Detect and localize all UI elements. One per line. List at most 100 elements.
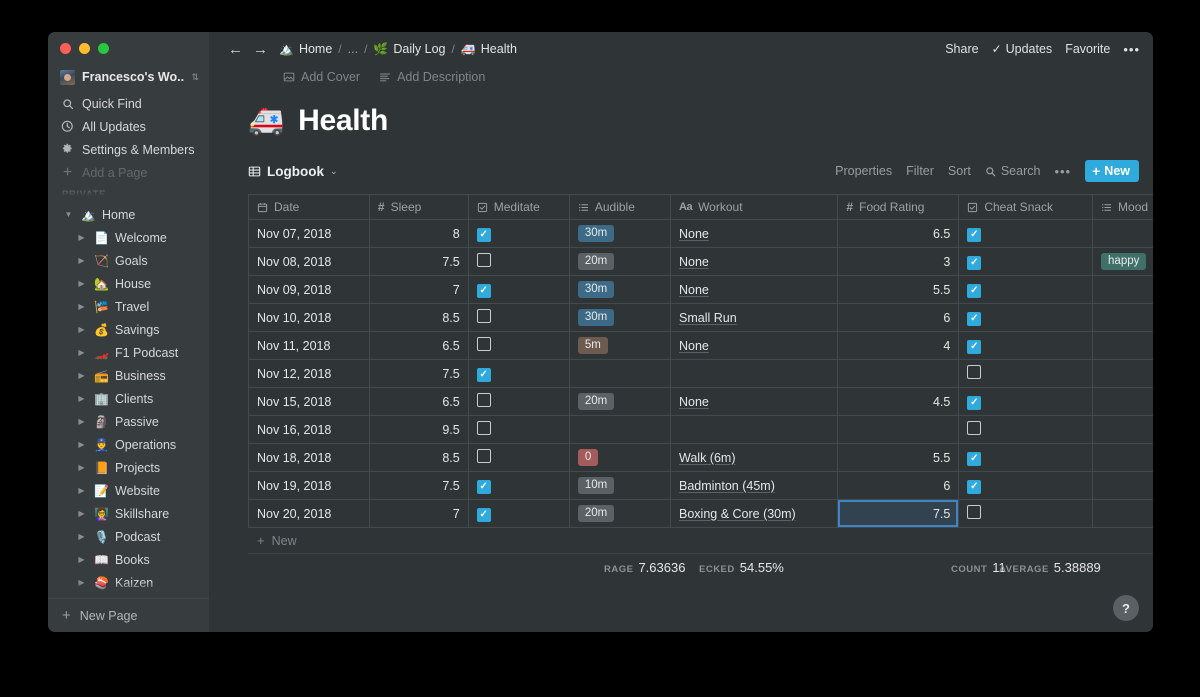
sidebar-page-welcome[interactable]: ▶ 📄 Welcome	[48, 226, 209, 249]
chevron-right-icon[interactable]: ▶	[75, 279, 88, 288]
cell-sleep[interactable]: 7.5	[369, 247, 469, 276]
column-header-cheat-snack[interactable]: Cheat Snack	[958, 194, 1094, 220]
column-header-food-rating[interactable]: # Food Rating	[837, 194, 960, 220]
cheat-snack-checkbox[interactable]: ✓	[967, 311, 982, 326]
cell-cheat-snack[interactable]: ✓	[958, 303, 1094, 332]
sidebar-page-clients[interactable]: ▶ 🏢 Clients	[48, 387, 209, 410]
cell-audible[interactable]	[569, 359, 672, 388]
cell-mood[interactable]	[1092, 359, 1153, 388]
aggregation-count[interactable]: COUNT 11	[951, 560, 1006, 575]
chevron-right-icon[interactable]: ▶	[75, 532, 88, 541]
new-page-button[interactable]: + New Page	[48, 598, 209, 632]
cell-mood[interactable]	[1092, 415, 1153, 444]
chevron-right-icon[interactable]: ▶	[75, 325, 88, 334]
favorite-button[interactable]: Favorite	[1065, 42, 1110, 56]
cheat-snack-checkbox[interactable]	[967, 421, 982, 435]
cell-workout[interactable]: Walk (6m)	[670, 443, 839, 472]
table-row[interactable]: Nov 08, 2018 7.5 20m None 3 ✓ happy	[248, 247, 1153, 276]
cell-mood[interactable]: happy	[1092, 247, 1153, 276]
cell-sleep[interactable]: 7	[369, 499, 469, 528]
cell-sleep[interactable]: 8	[369, 219, 469, 248]
aggregation-ecked[interactable]: ECKED 54.55%	[699, 560, 784, 575]
cell-mood[interactable]	[1092, 471, 1153, 500]
meditate-checkbox[interactable]: ✓	[476, 479, 491, 494]
cell-mood[interactable]	[1092, 219, 1153, 248]
cell-sleep[interactable]: 6.5	[369, 387, 469, 416]
cell-audible[interactable]: 0	[569, 443, 672, 472]
cell-meditate[interactable]	[468, 415, 570, 444]
cell-meditate[interactable]	[468, 443, 570, 472]
cell-cheat-snack[interactable]	[958, 415, 1094, 444]
cell-cheat-snack[interactable]: ✓	[958, 331, 1094, 360]
meditate-checkbox[interactable]: ✓	[476, 227, 491, 242]
sidebar-item-all-updates[interactable]: All Updates	[48, 115, 209, 138]
add-description-button[interactable]: Add Description	[379, 70, 485, 84]
sidebar-page-savings[interactable]: ▶ 💰 Savings	[48, 318, 209, 341]
cell-cheat-snack[interactable]: ✓	[958, 219, 1094, 248]
chevron-right-icon[interactable]: ▶	[75, 555, 88, 564]
sidebar-page-business[interactable]: ▶ 📻 Business	[48, 364, 209, 387]
chevron-right-icon[interactable]: ▶	[75, 578, 88, 587]
cheat-snack-checkbox[interactable]: ✓	[967, 255, 982, 270]
cell-cheat-snack[interactable]: ✓	[958, 247, 1094, 276]
chevron-right-icon[interactable]: ▶	[75, 394, 88, 403]
cell-date[interactable]: Nov 09, 2018	[248, 275, 370, 304]
cell-cheat-snack[interactable]	[958, 499, 1094, 528]
cheat-snack-checkbox[interactable]: ✓	[967, 395, 982, 410]
sidebar-item-quick-find[interactable]: Quick Find	[48, 92, 209, 115]
cell-meditate[interactable]	[468, 247, 570, 276]
meditate-checkbox[interactable]	[476, 253, 491, 267]
zoom-window-button[interactable]	[98, 42, 109, 54]
arrow-right-icon[interactable]: →	[248, 42, 273, 57]
cell-date[interactable]: Nov 16, 2018	[248, 415, 370, 444]
view-tab-logbook[interactable]: Logbook ⌄	[248, 164, 338, 179]
sidebar-page-home[interactable]: ▼ 🏔️ Home	[48, 203, 209, 226]
cell-sleep[interactable]: 8.5	[369, 303, 469, 332]
meditate-checkbox[interactable]	[476, 449, 491, 463]
chevron-right-icon[interactable]: ▶	[75, 302, 88, 311]
cell-workout[interactable]: Badminton (45m)	[670, 471, 839, 500]
cell-meditate[interactable]: ✓	[468, 275, 570, 304]
cell-audible[interactable]: 20m	[569, 387, 672, 416]
meditate-checkbox[interactable]: ✓	[476, 507, 491, 522]
cell-audible[interactable]: 30m	[569, 219, 672, 248]
cell-audible[interactable]: 10m	[569, 471, 672, 500]
cheat-snack-checkbox[interactable]: ✓	[967, 479, 982, 494]
column-header-sleep[interactable]: # Sleep	[369, 194, 469, 220]
cell-mood[interactable]	[1092, 387, 1153, 416]
table-row[interactable]: Nov 10, 2018 8.5 30m Small Run 6 ✓	[248, 303, 1153, 332]
sidebar-page-passive[interactable]: ▶ 🗿 Passive	[48, 410, 209, 433]
database-more-icon[interactable]: •••	[1054, 164, 1071, 179]
meditate-checkbox[interactable]: ✓	[476, 283, 491, 298]
cell-cheat-snack[interactable]: ✓	[958, 275, 1094, 304]
cell-sleep[interactable]: 9.5	[369, 415, 469, 444]
share-button[interactable]: Share	[945, 42, 978, 56]
cell-workout[interactable]	[670, 415, 839, 444]
sidebar-page-f1-podcast[interactable]: ▶ 🏎️ F1 Podcast	[48, 341, 209, 364]
column-header-date[interactable]: Date	[248, 194, 370, 220]
column-header-workout[interactable]: Aa Workout	[670, 194, 839, 220]
table-row[interactable]: Nov 16, 2018 9.5	[248, 415, 1153, 444]
cell-mood[interactable]	[1092, 303, 1153, 332]
breadcrumb-item-health[interactable]: 🚑 Health	[461, 42, 517, 56]
sidebar-page-skillshare[interactable]: ▶ 👩‍🏫 Skillshare	[48, 502, 209, 525]
chevron-right-icon[interactable]: ▶	[75, 440, 88, 449]
cell-sleep[interactable]: 7	[369, 275, 469, 304]
column-header-mood[interactable]: Mood	[1092, 194, 1153, 220]
properties-button[interactable]: Properties	[835, 164, 892, 178]
cell-food-rating[interactable]: 4	[837, 331, 960, 360]
cell-workout[interactable]: None	[670, 219, 839, 248]
meditate-checkbox[interactable]	[476, 337, 491, 351]
cheat-snack-checkbox[interactable]: ✓	[967, 227, 982, 242]
breadcrumb-item-ellipsis[interactable]: ...	[348, 42, 358, 56]
cell-mood[interactable]	[1092, 499, 1153, 528]
cell-food-rating[interactable]: 4.5	[837, 387, 960, 416]
cell-date[interactable]: Nov 11, 2018	[248, 331, 370, 360]
cell-date[interactable]: Nov 18, 2018	[248, 443, 370, 472]
cell-sleep[interactable]: 6.5	[369, 331, 469, 360]
more-options-icon[interactable]: •••	[1123, 42, 1140, 57]
close-window-button[interactable]	[60, 42, 71, 54]
minimize-window-button[interactable]	[79, 42, 90, 54]
cell-meditate[interactable]: ✓	[468, 359, 570, 388]
table-row[interactable]: Nov 19, 2018 7.5 ✓ 10m Badminton (45m) 6 ✓	[248, 471, 1153, 500]
